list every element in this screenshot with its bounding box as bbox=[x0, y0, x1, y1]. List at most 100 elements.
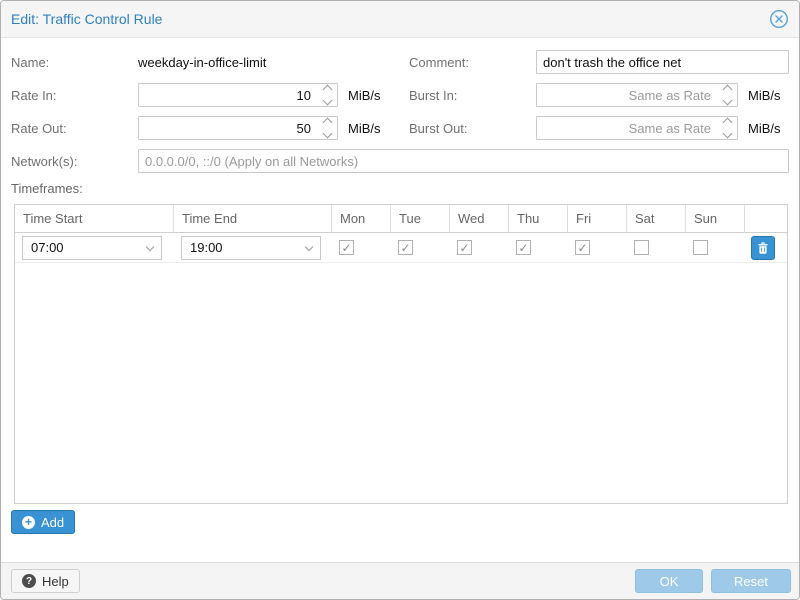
form-row-3: Rate Out: MiB/s Burst Out: bbox=[11, 116, 789, 140]
column-header-time-end[interactable]: Time End bbox=[174, 205, 332, 232]
rate-in-input[interactable] bbox=[138, 83, 338, 107]
networks-field-group: Network(s): bbox=[11, 149, 789, 173]
timeframes-table: Time Start Time End Mon Tue Wed Thu Fri … bbox=[14, 204, 788, 504]
rate-out-spinner[interactable] bbox=[317, 117, 337, 139]
comment-label: Comment: bbox=[409, 55, 536, 70]
sat-cell bbox=[627, 240, 686, 255]
networks-label: Network(s): bbox=[11, 154, 138, 169]
burst-out-field-group: Burst Out: MiB/s bbox=[409, 116, 789, 140]
rate-out-spinfield bbox=[138, 116, 338, 140]
add-button[interactable]: + Add bbox=[11, 510, 75, 534]
form-row-1: Name: weekday-in-office-limit Comment: bbox=[11, 50, 789, 74]
help-button[interactable]: ? Help bbox=[11, 569, 80, 593]
spin-down-icon bbox=[722, 96, 732, 106]
column-header-fri[interactable]: Fri bbox=[568, 205, 627, 232]
comment-field-group: Comment: bbox=[409, 50, 789, 74]
trash-icon bbox=[756, 241, 770, 255]
burst-in-label: Burst In: bbox=[409, 88, 536, 103]
burst-in-unit: MiB/s bbox=[748, 88, 781, 103]
rate-in-label: Rate In: bbox=[11, 88, 138, 103]
time-end-combobox[interactable]: 19:00 bbox=[181, 236, 321, 260]
sat-checkbox[interactable] bbox=[634, 240, 649, 255]
rate-out-input[interactable] bbox=[138, 116, 338, 140]
burst-out-spinfield bbox=[536, 116, 738, 140]
spin-down-icon bbox=[722, 129, 732, 139]
spin-down-icon bbox=[322, 129, 332, 139]
time-start-cell: 07:00 bbox=[15, 236, 174, 260]
column-header-mon[interactable]: Mon bbox=[332, 205, 391, 232]
rate-in-unit: MiB/s bbox=[348, 88, 381, 103]
chevron-down-icon bbox=[305, 242, 313, 250]
rate-out-unit: MiB/s bbox=[348, 121, 381, 136]
form-row-2: Rate In: MiB/s Burst In: bbox=[11, 83, 789, 107]
networks-input[interactable] bbox=[138, 149, 789, 173]
time-end-value: 19:00 bbox=[190, 240, 306, 255]
wed-cell bbox=[450, 240, 509, 255]
rate-in-field-group: Rate In: MiB/s bbox=[11, 83, 401, 107]
spin-up-icon bbox=[322, 118, 332, 128]
column-header-tue[interactable]: Tue bbox=[391, 205, 450, 232]
plus-circle-icon: + bbox=[22, 516, 35, 529]
name-field-group: Name: weekday-in-office-limit bbox=[11, 55, 401, 70]
burst-out-label: Burst Out: bbox=[409, 121, 536, 136]
reset-button-label: Reset bbox=[734, 574, 768, 589]
fri-checkbox[interactable] bbox=[575, 240, 590, 255]
comment-input[interactable] bbox=[536, 50, 789, 74]
column-header-time-start[interactable]: Time Start bbox=[15, 205, 174, 232]
delete-row-button[interactable] bbox=[751, 236, 775, 260]
actions-cell bbox=[745, 236, 787, 260]
close-icon[interactable] bbox=[769, 9, 789, 29]
thu-checkbox[interactable] bbox=[516, 240, 531, 255]
edit-traffic-control-rule-dialog: Edit: Traffic Control Rule Name: weekday… bbox=[0, 0, 800, 600]
tue-checkbox[interactable] bbox=[398, 240, 413, 255]
sun-cell bbox=[686, 240, 745, 255]
burst-out-unit: MiB/s bbox=[748, 121, 781, 136]
column-header-sat[interactable]: Sat bbox=[627, 205, 686, 232]
column-header-thu[interactable]: Thu bbox=[509, 205, 568, 232]
spin-down-icon bbox=[322, 96, 332, 106]
rate-out-field-group: Rate Out: MiB/s bbox=[11, 116, 401, 140]
rate-out-label: Rate Out: bbox=[11, 121, 138, 136]
timeframes-table-empty-area bbox=[15, 263, 787, 503]
thu-cell bbox=[509, 240, 568, 255]
column-header-sun[interactable]: Sun bbox=[686, 205, 745, 232]
mon-checkbox[interactable] bbox=[339, 240, 354, 255]
mon-cell bbox=[332, 240, 391, 255]
question-circle-icon: ? bbox=[22, 574, 36, 588]
burst-in-field-group: Burst In: MiB/s bbox=[409, 83, 789, 107]
column-header-actions bbox=[745, 205, 787, 232]
rate-in-spinfield bbox=[138, 83, 338, 107]
spin-up-icon bbox=[722, 85, 732, 95]
time-start-value: 07:00 bbox=[31, 240, 147, 255]
spin-up-icon bbox=[322, 85, 332, 95]
ok-button[interactable]: OK bbox=[635, 569, 703, 593]
timeframe-row: 07:00 19:00 bbox=[15, 233, 787, 263]
tue-cell bbox=[391, 240, 450, 255]
name-value: weekday-in-office-limit bbox=[138, 55, 266, 70]
add-button-label: Add bbox=[41, 515, 64, 530]
dialog-titlebar: Edit: Traffic Control Rule bbox=[1, 1, 799, 38]
dialog-body: Name: weekday-in-office-limit Comment: R… bbox=[1, 38, 799, 562]
time-start-combobox[interactable]: 07:00 bbox=[22, 236, 162, 260]
dialog-title: Edit: Traffic Control Rule bbox=[11, 11, 162, 27]
chevron-down-icon bbox=[146, 242, 154, 250]
timeframes-label: Timeframes: bbox=[11, 181, 789, 196]
spin-up-icon bbox=[722, 118, 732, 128]
sun-checkbox[interactable] bbox=[693, 240, 708, 255]
burst-out-input[interactable] bbox=[536, 116, 738, 140]
ok-button-label: OK bbox=[660, 574, 679, 589]
time-end-cell: 19:00 bbox=[174, 236, 332, 260]
burst-in-spinner[interactable] bbox=[717, 84, 737, 106]
burst-in-input[interactable] bbox=[536, 83, 738, 107]
timeframes-table-header: Time Start Time End Mon Tue Wed Thu Fri … bbox=[15, 205, 787, 233]
rate-in-spinner[interactable] bbox=[317, 84, 337, 106]
help-button-label: Help bbox=[42, 574, 69, 589]
reset-button[interactable]: Reset bbox=[711, 569, 791, 593]
burst-out-spinner[interactable] bbox=[717, 117, 737, 139]
fri-cell bbox=[568, 240, 627, 255]
column-header-wed[interactable]: Wed bbox=[450, 205, 509, 232]
wed-checkbox[interactable] bbox=[457, 240, 472, 255]
burst-in-spinfield bbox=[536, 83, 738, 107]
name-label: Name: bbox=[11, 55, 138, 70]
dialog-footer: ? Help OK Reset bbox=[1, 562, 799, 599]
